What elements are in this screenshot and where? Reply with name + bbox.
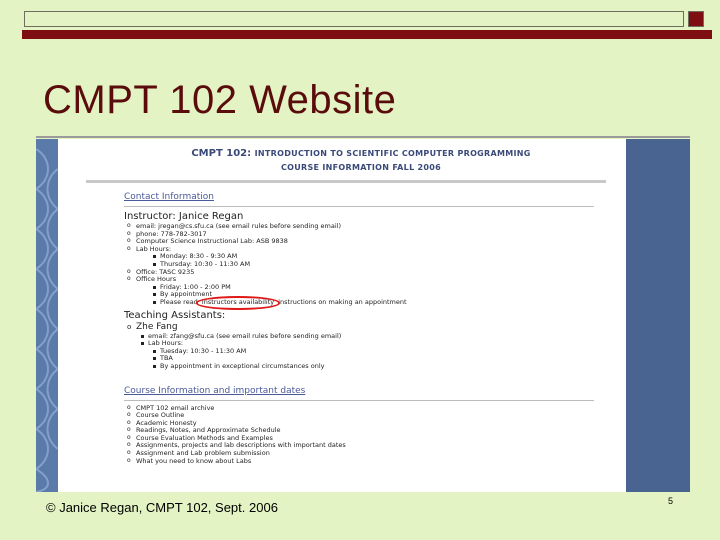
website-header-line2: Course Information Fall 2006: [280, 163, 442, 172]
instructor-lab-hours: Monday: 8:30 - 9:30 AM Thursday: 10:30 -…: [124, 253, 624, 268]
list-item[interactable]: Computer Science Instructional Lab: ASB …: [124, 237, 624, 246]
website-right-border: [626, 139, 690, 492]
list-item: Please read instructors availability ins…: [124, 296, 624, 309]
office-hours-list: Friday: 1:00 - 2:00 PM By appointment Pl…: [124, 283, 624, 309]
website-content: Contact Information Instructor: Janice R…: [124, 191, 624, 465]
website-left-border: [36, 139, 58, 492]
website-header: CMPT 102: Introduction to Scientific Com…: [96, 147, 626, 175]
course-list: CMPT 102 email archive Course Outline Ac…: [124, 404, 624, 466]
page-number: 5: [668, 496, 674, 506]
list-item[interactable]: Course Outline: [124, 411, 624, 420]
list-item: Thursday: 10:30 - 11:30 AM: [124, 260, 624, 269]
contact-section-link[interactable]: Contact Information: [124, 191, 624, 204]
instructor-office-list: Office: TASC 9235 Office Hours: [124, 268, 624, 284]
list-item: Tuesday: 10:30 - 11:30 AM: [124, 347, 624, 356]
swirl-pattern-icon: [36, 148, 58, 492]
course-name: Introduction to Scientific Computer Prog…: [254, 149, 531, 158]
section-divider: [124, 206, 594, 207]
top-decor-square: [688, 11, 704, 27]
appointment-text: instructions on making an appointment: [278, 297, 407, 306]
website-screenshot: CMPT 102: Introduction to Scientific Com…: [36, 139, 690, 492]
list-item[interactable]: email: zfang@sfu.ca (see email rules bef…: [124, 332, 624, 341]
website-header-line1: CMPT 102: Introduction to Scientific Com…: [96, 147, 626, 161]
ta-lab-hours: Tuesday: 10:30 - 11:30 AM TBA By appoint…: [124, 347, 624, 371]
ta-heading: Teaching Assistants:: [124, 309, 226, 321]
list-item: By appointment in exceptional circumstan…: [124, 362, 624, 371]
top-accent-stripe: [22, 30, 712, 39]
ta-list: email: zfang@sfu.ca (see email rules bef…: [124, 332, 624, 348]
website-header-divider: [86, 180, 606, 183]
course-section-link[interactable]: Course Information and important dates: [124, 385, 624, 398]
course-code: CMPT 102:: [191, 148, 252, 159]
slide-title: CMPT 102 Website: [43, 78, 397, 122]
top-decor-bar: [24, 11, 684, 27]
list-item[interactable]: What you need to know about Labs: [124, 457, 624, 466]
read-text: Please read: [160, 297, 198, 306]
list-item[interactable]: CMPT 102 email archive: [124, 404, 624, 413]
instructor-list: email: jregan@cs.sfu.ca (see email rules…: [124, 222, 624, 253]
ta-name: Zhe Fang: [124, 322, 624, 333]
list-item: Office: TASC 9235: [124, 268, 624, 277]
slide-footer: © Janice Regan, CMPT 102, Sept. 2006: [46, 500, 278, 515]
title-divider: [36, 136, 690, 138]
availability-link[interactable]: instructors availability: [195, 296, 281, 309]
section-divider: [124, 399, 594, 401]
